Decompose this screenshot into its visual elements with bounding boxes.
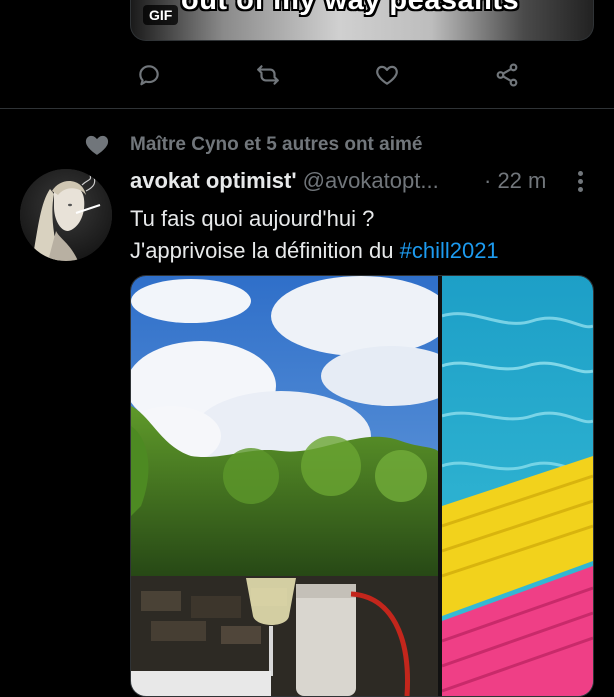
- photo-garden[interactable]: [131, 276, 438, 696]
- share-button[interactable]: [492, 60, 522, 90]
- gif-caption: out of my way peasants: [181, 0, 520, 16]
- author-name[interactable]: avokat optimist': [130, 168, 297, 193]
- author-handle[interactable]: @avokatopt...: [303, 168, 439, 193]
- tweet-divider: [0, 108, 614, 109]
- tweet-header: avokat optimist' @avokatopt... · 22 m: [130, 168, 600, 198]
- hashtag-link[interactable]: #chill2021: [400, 238, 499, 263]
- retweet-icon: [257, 65, 279, 85]
- retweet-button[interactable]: [253, 60, 283, 90]
- social-context-text: Maître Cyno et 5 autres ont aimé: [130, 134, 423, 155]
- gif-media[interactable]: out of my way peasants GIF: [130, 0, 594, 41]
- heart-icon: [85, 135, 109, 155]
- tweet-text-line-2-prefix: J'apprivoise la définition du: [130, 238, 400, 263]
- like-icon: [376, 65, 398, 85]
- photo-pool[interactable]: [442, 276, 593, 696]
- gif-badge: GIF: [143, 5, 179, 25]
- avatar[interactable]: [20, 169, 112, 261]
- like-button[interactable]: [372, 60, 402, 90]
- reply-icon: [139, 65, 159, 86]
- tweet-text-line-2: J'apprivoise la définition du #chill2021: [130, 235, 499, 267]
- more-vertical-icon[interactable]: [572, 168, 588, 198]
- reply-button[interactable]: [134, 60, 164, 90]
- tweet-text: Tu fais quoi aujourd'hui ? J'apprivoise …: [130, 203, 499, 267]
- social-context[interactable]: Maître Cyno et 5 autres ont aimé: [84, 130, 422, 158]
- tweet-media[interactable]: [130, 275, 594, 697]
- tweet-actions: [132, 60, 522, 90]
- tweet-timestamp[interactable]: · 22 m: [484, 168, 546, 194]
- tweet-text-line-1: Tu fais quoi aujourd'hui ?: [130, 206, 375, 231]
- share-icon: [496, 63, 518, 87]
